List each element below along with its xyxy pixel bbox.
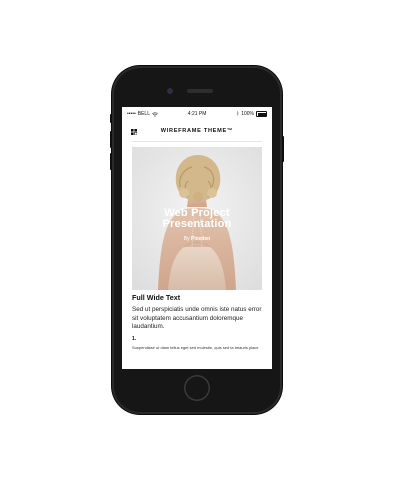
hero-title: Web Project Presentation [132,208,262,230]
site-title[interactable]: WIREFRAME THEME™ [161,128,233,134]
hero-byline: By Pixeden [132,236,262,242]
wifi-icon [152,111,158,117]
byline-prefix: By [183,236,190,242]
header-divider [132,141,262,142]
hero-image: Web Project Presentation By Pixeden [132,147,262,290]
section-title: Full Wide Text [132,293,181,302]
byline-author[interactable]: Pixeden [191,236,210,242]
battery-percent: 100% [241,111,254,117]
home-button[interactable] [184,375,210,401]
earpiece-speaker [187,89,213,93]
power-button [282,136,284,162]
phone-screen: ••••• BELL 4:21 PM ᛒ 100% WIREFRAME THEM… [122,107,272,369]
site-header: WIREFRAME THEME™ [122,121,272,141]
bluetooth-icon: ᛒ [236,111,240,117]
hero-title-line2: Presentation [162,218,232,230]
status-time: 4:21 PM [187,111,207,117]
battery-icon [256,111,267,117]
signal-dots-icon: ••••• [127,111,136,117]
status-bar: ••••• BELL 4:21 PM ᛒ 100% [122,107,272,121]
volume-down-button [110,153,112,170]
volume-up-button [110,131,112,148]
grid-logo-icon[interactable] [131,129,137,135]
carrier-label: BELL [137,111,150,117]
silent-switch [110,114,112,123]
body-paragraph: Sed ut perspiciatis unde omnis iste natu… [132,306,262,330]
list-number: 1. [132,336,137,342]
list-item-text: Suspendisse ut diam tellus eget sed mole… [132,345,259,350]
front-camera [167,88,173,94]
